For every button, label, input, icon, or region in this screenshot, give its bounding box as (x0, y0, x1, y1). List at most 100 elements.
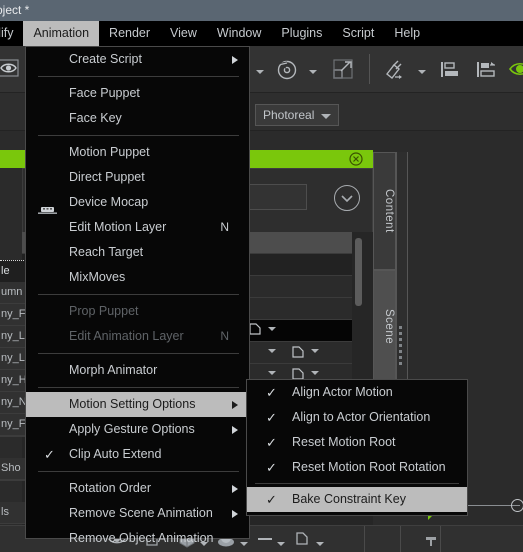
menubar-item-render[interactable]: Render (99, 21, 160, 46)
menu-item-label: Face Puppet (69, 86, 140, 100)
line-icon[interactable] (258, 538, 272, 540)
menu-item-label: MixMoves (69, 270, 126, 284)
divider (440, 526, 441, 552)
menubar-item-animation[interactable]: Animation (23, 21, 100, 46)
menu-item-face-puppet[interactable]: Face Puppet (26, 81, 249, 106)
list-item[interactable]: ny_L (0, 326, 26, 348)
list-item[interactable] (0, 480, 26, 481)
viewport-eye-icon[interactable] (0, 54, 26, 84)
divider (364, 526, 365, 552)
menu-item-apply-gesture-options[interactable]: Apply Gesture Options (26, 417, 249, 442)
list-item[interactable]: ny_L (0, 348, 26, 370)
menu-item-morph-animator[interactable]: Morph Animator (26, 358, 249, 383)
menu-separator (38, 471, 239, 472)
menu-item-device-mocap[interactable]: Device Mocap (26, 190, 249, 215)
menu-item-remove-scene-animation[interactable]: Remove Scene Animation (26, 501, 249, 526)
row-caret[interactable] (268, 349, 276, 353)
device-mocap-icon (38, 199, 57, 214)
submenu-item-align-actor-motion[interactable]: ✓ Align Actor Motion (247, 380, 467, 405)
menu-item-edit-motion-layer[interactable]: Edit Motion Layer N (26, 215, 249, 240)
menu-item-clip-auto-extend[interactable]: ✓ Clip Auto Extend (26, 442, 249, 467)
menu-bar: difyAnimationRenderViewWindowPluginsScri… (0, 21, 523, 46)
divider (400, 526, 401, 552)
submenu-item-reset-motion-root[interactable]: ✓ Reset Motion Root (247, 430, 467, 455)
application-window: oject * difyAnimationRenderViewWindowPlu… (0, 0, 523, 552)
tab-scene[interactable]: Scene (373, 270, 396, 384)
submenu-item-reset-motion-root-rotation[interactable]: ✓ Reset Motion Root Rotation (247, 455, 467, 480)
list-scrollbar-thumb[interactable] (355, 238, 362, 306)
expand-circle-button[interactable] (334, 185, 360, 211)
menu-item-label: Face Key (69, 111, 122, 125)
align-left-icon[interactable] (434, 54, 464, 84)
list-item[interactable]: le (0, 260, 26, 283)
menu-item-shortcut: N (220, 220, 229, 234)
menu-separator (38, 135, 239, 136)
submenu-item-bake-constraint-key[interactable]: ✓ Bake Constraint Key (247, 487, 467, 512)
menu-item-mixmoves[interactable]: MixMoves (26, 265, 249, 290)
submenu-arrow-icon (232, 510, 238, 518)
submenu-item-label: Align to Actor Orientation (292, 410, 431, 424)
row-caret[interactable] (311, 349, 319, 353)
menubar-item-help[interactable]: Help (384, 21, 430, 46)
link-dropdown-caret[interactable] (418, 70, 426, 74)
menu-item-label: Clip Auto Extend (69, 447, 162, 461)
row-caret[interactable] (268, 371, 276, 375)
tab-content[interactable]: Content (373, 152, 396, 270)
resize-grip-icon[interactable] (399, 326, 404, 368)
line-dropdown-caret[interactable] (277, 542, 285, 546)
toolbar-caret-1[interactable] (256, 70, 264, 74)
list-item[interactable]: ny_H (0, 370, 26, 392)
menu-item-label: Motion Puppet (69, 145, 150, 159)
align-distribute-icon[interactable] (471, 54, 501, 84)
link-icon[interactable] (380, 54, 410, 84)
list-item[interactable] (0, 436, 26, 437)
menubar-item-plugins[interactable]: Plugins (271, 21, 332, 46)
close-icon[interactable] (349, 152, 363, 166)
list-item[interactable]: Sho (0, 458, 26, 480)
menu-separator (38, 353, 239, 354)
menu-item-label: Create Script (69, 52, 142, 66)
check-icon: ✓ (266, 435, 277, 450)
menu-separator (38, 294, 239, 295)
list-item[interactable]: ny_F (0, 414, 26, 436)
menu-item-face-key[interactable]: Face Key (26, 106, 249, 131)
row-caret[interactable] (268, 327, 276, 331)
menu-item-rotation-order[interactable]: Rotation Order (26, 476, 249, 501)
submenu-arrow-icon (232, 485, 238, 493)
check-icon: ✓ (266, 492, 277, 507)
render-style-dropdown[interactable]: Photoreal (255, 104, 339, 126)
page-icon[interactable] (295, 531, 309, 551)
menu-item-label: Motion Setting Options (69, 397, 196, 411)
menu-item-motion-puppet[interactable]: Motion Puppet (26, 140, 249, 165)
list-item[interactable]: ny_N (0, 392, 26, 414)
menu-item-direct-puppet[interactable]: Direct Puppet (26, 165, 249, 190)
tab-scene-label: Scene (383, 309, 395, 345)
menu-item-create-script[interactable]: Create Script (26, 47, 249, 72)
submenu-item-label: Reset Motion Root (292, 435, 396, 449)
page-dropdown-caret[interactable] (316, 542, 324, 546)
menubar-item-window[interactable]: Window (207, 21, 271, 46)
menubar-item-view[interactable]: View (160, 21, 207, 46)
menu-item-label: Reach Target (69, 245, 144, 259)
list-item[interactable]: ny_F (0, 304, 26, 326)
menubar-item-script[interactable]: Script (332, 21, 384, 46)
visibility-eye-icon[interactable] (509, 54, 523, 84)
timeline-handle[interactable] (511, 499, 523, 512)
timeline-key-icon[interactable] (424, 534, 438, 552)
rotate-icon[interactable] (272, 54, 302, 84)
scale-expand-icon[interactable] (328, 54, 358, 84)
menu-item-label: Remove Scene Animation (69, 506, 213, 520)
list-item[interactable]: umn (0, 282, 26, 304)
menubar-item-dify[interactable]: dify (0, 21, 23, 46)
rotate-dropdown-caret[interactable] (309, 70, 317, 74)
menu-item-label: Direct Puppet (69, 170, 145, 184)
submenu-item-align-to-actor-orientation[interactable]: ✓ Align to Actor Orientation (247, 405, 467, 430)
submenu-arrow-icon (232, 56, 238, 64)
menu-item-reach-target[interactable]: Reach Target (26, 240, 249, 265)
menu-item-remove-object-animation[interactable]: Remove Object Animation (26, 526, 249, 551)
row-caret[interactable] (311, 371, 319, 375)
page-icon[interactable] (248, 322, 262, 341)
list-item[interactable]: ls (0, 502, 26, 524)
page-icon[interactable] (291, 345, 305, 364)
menu-item-motion-setting-options[interactable]: Motion Setting Options (26, 392, 249, 417)
